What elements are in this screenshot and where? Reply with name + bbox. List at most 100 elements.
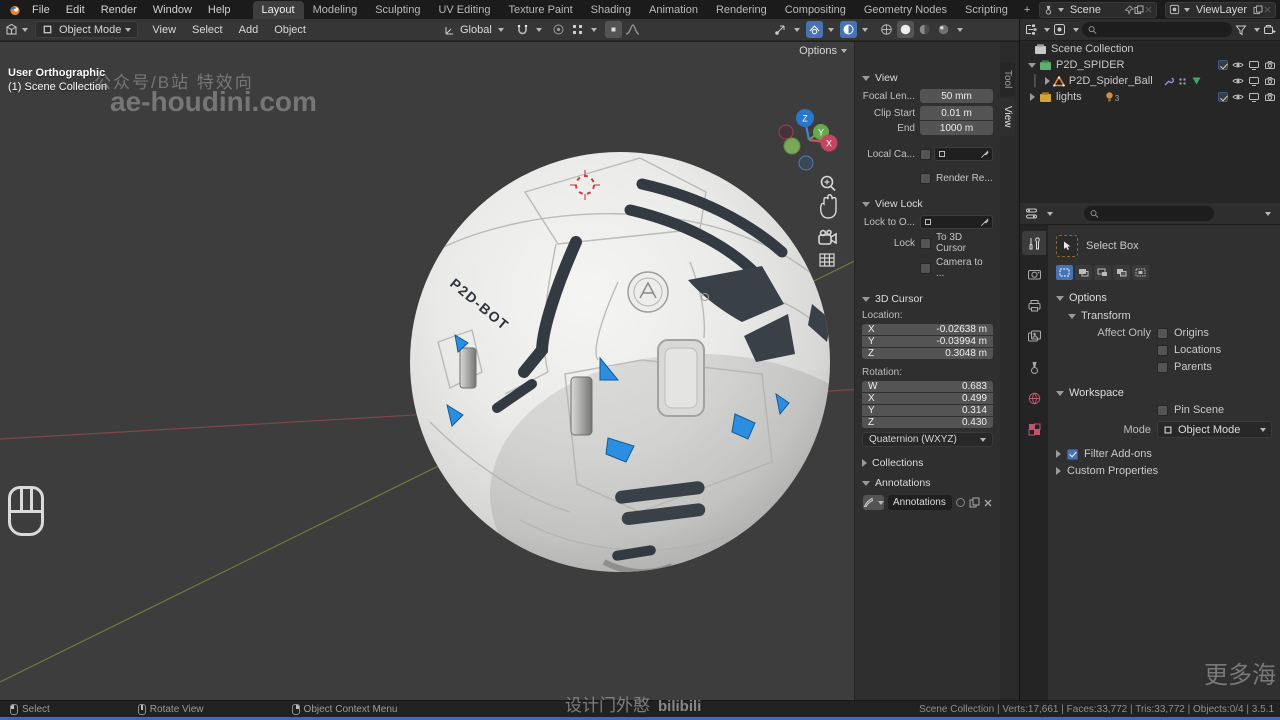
expand-icon[interactable]: [1044, 77, 1050, 85]
collection-name[interactable]: lights: [1056, 91, 1082, 103]
xray-toggle-icon[interactable]: [840, 21, 857, 38]
proportional-editing-icon[interactable]: [550, 21, 567, 38]
camera-to-view-checkbox[interactable]: [920, 262, 931, 274]
parents-checkbox[interactable]: [1157, 361, 1168, 373]
duplicate-icon[interactable]: [969, 497, 980, 508]
delete-scene-icon[interactable]: [1144, 5, 1153, 14]
workspace-mode-dropdown[interactable]: Object Mode: [1157, 421, 1272, 438]
view-section-header[interactable]: View: [862, 72, 993, 84]
selectable-checkbox[interactable]: [1218, 92, 1228, 102]
add-workspace-button[interactable]: +: [1017, 1, 1037, 19]
delete-viewlayer-icon[interactable]: [1263, 5, 1272, 14]
show-overlays-icon[interactable]: [806, 21, 823, 38]
falloff-curve-icon[interactable]: [604, 21, 622, 38]
menu-viewport-add[interactable]: Add: [231, 24, 267, 36]
cursor-rot-y-field[interactable]: Y 0.314: [862, 405, 993, 416]
gizmo-neg-z[interactable]: [798, 155, 814, 171]
navigation-gizmo[interactable]: Z Y X: [778, 109, 838, 171]
cursor-rot-w-field[interactable]: W 0.683: [862, 381, 993, 392]
outliner-row-scene-collection[interactable]: Scene Collection: [1020, 41, 1280, 57]
select-mode-extend[interactable]: [1075, 265, 1092, 280]
viewport-disable-icon[interactable]: [1248, 59, 1260, 71]
annotations-section-header[interactable]: Annotations: [862, 477, 993, 489]
cursor-loc-z-field[interactable]: Z 0.3048 m: [862, 348, 993, 359]
options-section-header[interactable]: Options: [1056, 292, 1272, 304]
shading-material-icon[interactable]: [916, 21, 933, 38]
properties-search-input[interactable]: [1102, 208, 1208, 219]
clip-end-field[interactable]: 1000 m: [920, 121, 993, 135]
menu-help[interactable]: Help: [200, 2, 239, 18]
hide-eye-icon[interactable]: [1232, 75, 1244, 87]
select-mode-new[interactable]: [1056, 265, 1073, 280]
active-tool-row[interactable]: Select Box: [1056, 235, 1272, 257]
tab-rendering[interactable]: Rendering: [707, 1, 776, 19]
expand-icon[interactable]: [1028, 62, 1036, 68]
outliner-row-p2d-spider-ball[interactable]: │ P2D_Spider_Ball: [1020, 73, 1280, 89]
locations-checkbox[interactable]: [1157, 344, 1168, 356]
cursor-rot-x-field[interactable]: X 0.499: [862, 393, 993, 404]
tab-layout[interactable]: Layout: [252, 1, 304, 19]
select-mode-invert[interactable]: [1113, 265, 1130, 280]
focal-length-field[interactable]: 50 mm: [920, 89, 993, 103]
close-icon[interactable]: [983, 498, 993, 508]
tab-world-properties[interactable]: [1022, 386, 1046, 410]
menu-file[interactable]: File: [24, 2, 58, 18]
hide-eye-icon[interactable]: [1232, 59, 1244, 71]
rotation-mode-dropdown[interactable]: Quaternion (WXYZ): [862, 432, 993, 447]
collection-name[interactable]: P2D_SPIDER: [1056, 59, 1124, 71]
snapping-icon[interactable]: [514, 21, 531, 38]
eyedropper-icon[interactable]: [980, 149, 989, 159]
lock-to-object-field[interactable]: [920, 215, 993, 229]
menu-edit[interactable]: Edit: [58, 2, 93, 18]
outliner-search[interactable]: [1082, 22, 1232, 37]
gizmo-neg-y[interactable]: [783, 137, 801, 155]
camera-view-icon[interactable]: [818, 229, 837, 245]
tab-shading[interactable]: Shading: [582, 1, 640, 19]
outliner-search-input[interactable]: [1101, 24, 1226, 35]
workspace-section-header[interactable]: Workspace: [1056, 387, 1272, 399]
render-disable-icon[interactable]: [1264, 75, 1276, 87]
cursor-loc-y-field[interactable]: Y -0.03994 m: [862, 336, 993, 347]
filter-addons-checkbox[interactable]: [1067, 448, 1078, 460]
clip-start-field[interactable]: 0.01 m: [920, 106, 993, 120]
3d-viewport[interactable]: P2D-BOT Z Y X User Orthographic (1) Scen…: [0, 42, 1019, 700]
tab-geometry-nodes[interactable]: Geometry Nodes: [855, 1, 956, 19]
eyedropper-icon[interactable]: [980, 217, 989, 227]
outliner-editor-icon[interactable]: [1024, 23, 1037, 36]
outliner-row-p2d-spider[interactable]: P2D_SPIDER: [1020, 57, 1280, 73]
3d-cursor-section-header[interactable]: 3D Cursor: [862, 293, 993, 305]
viewport-disable-icon[interactable]: [1248, 75, 1260, 87]
local-camera-checkbox[interactable]: [920, 148, 931, 160]
pin-icon[interactable]: [1124, 4, 1134, 15]
tab-viewlayer-properties[interactable]: [1022, 324, 1046, 348]
filter-icon[interactable]: [1235, 24, 1247, 36]
tab-animation[interactable]: Animation: [640, 1, 707, 19]
local-camera-object-field[interactable]: [934, 147, 993, 161]
curve-falloff-icon[interactable]: [624, 21, 641, 38]
expand-icon[interactable]: [1030, 93, 1035, 101]
origins-checkbox[interactable]: [1157, 327, 1168, 339]
transform-section-header[interactable]: Transform: [1068, 310, 1272, 322]
proportional-falloff-icon[interactable]: [569, 21, 586, 38]
cursor-loc-x-field[interactable]: X -0.02638 m: [862, 324, 993, 335]
pan-hand-icon[interactable]: [820, 194, 837, 219]
new-viewlayer-icon[interactable]: [1253, 5, 1263, 15]
scene-selector[interactable]: Scene: [1038, 1, 1157, 18]
outliner-row-lights[interactable]: lights 3: [1020, 89, 1280, 105]
tab-sculpting[interactable]: Sculpting: [366, 1, 429, 19]
viewlayer-selector[interactable]: ViewLayer: [1164, 1, 1276, 18]
select-mode-subtract[interactable]: [1094, 265, 1111, 280]
pin-scene-checkbox[interactable]: [1157, 404, 1168, 416]
tab-scene-properties[interactable]: [1022, 355, 1046, 379]
menu-render[interactable]: Render: [93, 2, 145, 18]
tab-tool[interactable]: Tool: [1000, 62, 1015, 97]
menu-window[interactable]: Window: [145, 2, 200, 18]
display-mode-icon[interactable]: [1053, 23, 1066, 36]
tab-texture-properties[interactable]: [1022, 417, 1046, 441]
render-disable-icon[interactable]: [1264, 91, 1276, 103]
viewport-options-button[interactable]: Options: [799, 45, 847, 57]
annotation-color-icon[interactable]: [955, 497, 966, 508]
collections-section-header[interactable]: Collections: [862, 457, 993, 469]
tab-uv-editing[interactable]: UV Editing: [429, 1, 499, 19]
hide-eye-icon[interactable]: [1232, 91, 1244, 103]
